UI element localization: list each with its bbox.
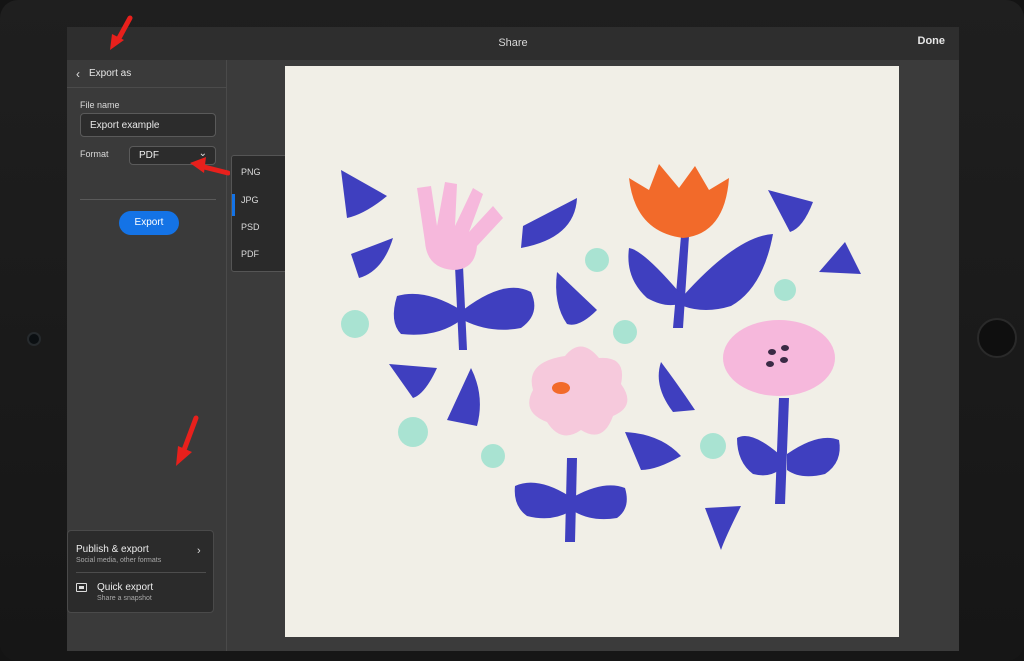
popover-divider: [76, 572, 206, 573]
artwork-canvas[interactable]: [285, 66, 899, 637]
publish-export-subtitle: Social media, other formats: [76, 557, 162, 564]
publish-export-title: Publish & export: [76, 544, 149, 555]
format-label: Format: [80, 149, 109, 159]
flower-artwork: [341, 164, 861, 550]
camera-icon: [27, 332, 41, 346]
app-screen: Share Done ‹ Export as File name Export …: [67, 27, 959, 651]
annotation-arrow-icon: [190, 157, 230, 176]
quick-export-title: Quick export: [97, 582, 154, 593]
annotation-arrow-icon: [110, 15, 133, 50]
format-value: PDF: [139, 150, 159, 161]
divider: [80, 199, 216, 200]
file-name-input[interactable]: Export example: [80, 113, 216, 137]
file-name-label: File name: [80, 100, 120, 110]
chevron-left-icon: ‹: [76, 67, 80, 81]
back-button[interactable]: ‹ Export as: [67, 60, 227, 88]
annotation-arrow-icon: [176, 415, 199, 466]
export-panel: ‹ Export as File name Export example For…: [67, 60, 227, 651]
done-button[interactable]: Done: [918, 35, 946, 47]
top-bar: Share Done: [67, 27, 959, 60]
share-popover: Publish & export Social media, other for…: [67, 530, 214, 613]
chevron-right-icon: ›: [197, 545, 201, 557]
page-title: Share: [498, 37, 528, 49]
panel-title: Export as: [89, 68, 132, 79]
export-button[interactable]: Export: [119, 211, 179, 235]
quick-export-subtitle: Share a snapshot: [97, 595, 152, 602]
image-icon: [76, 583, 87, 592]
home-button[interactable]: [977, 318, 1017, 358]
